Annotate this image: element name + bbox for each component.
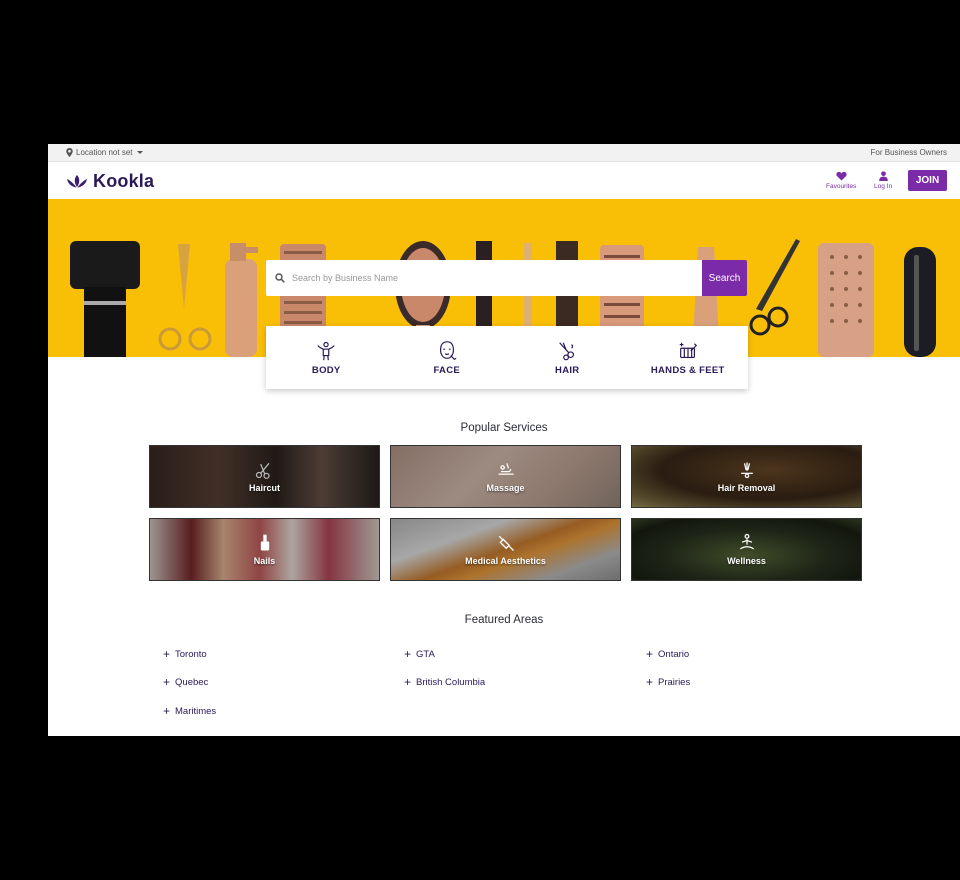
area-link-ontario[interactable]: + Ontario — [646, 647, 690, 661]
search-icon — [275, 273, 285, 283]
area-link-toronto[interactable]: + Toronto — [163, 647, 207, 661]
service-label: Wellness — [727, 555, 766, 566]
service-tile-hair-removal[interactable]: Hair Removal — [631, 445, 862, 508]
area-label: GTA — [416, 649, 435, 660]
service-tile-haircut[interactable]: Haircut — [149, 445, 380, 508]
lotus-logo-icon — [67, 174, 87, 187]
area-link-maritimes[interactable]: + Maritimes — [163, 704, 217, 718]
tile-overlay — [150, 446, 379, 507]
area-link-prairies[interactable]: + Prairies — [646, 675, 691, 689]
service-label: Hair Removal — [717, 482, 776, 493]
service-tile-wellness[interactable]: Wellness — [631, 518, 862, 581]
location-label: Location not set — [76, 148, 133, 157]
hair-icon — [559, 341, 575, 360]
category-card: BODY FACE HAIR HANDS & FEET — [266, 326, 748, 389]
popular-services-title: Popular Services — [460, 422, 548, 434]
area-link-british-columbia[interactable]: + British Columbia — [404, 675, 486, 689]
service-label: Haircut — [248, 482, 280, 493]
plus-icon: + — [163, 704, 171, 718]
category-label: FACE — [433, 364, 461, 376]
page: Location not set For Business Owners Koo… — [48, 144, 960, 736]
business-owners-link[interactable]: For Business Owners — [871, 148, 947, 157]
plus-icon: + — [646, 675, 654, 689]
featured-areas-title: Featured Areas — [464, 614, 544, 626]
face-icon — [439, 340, 457, 360]
heart-icon — [836, 171, 847, 181]
service-tile-nails[interactable]: Nails — [149, 518, 380, 581]
service-label: Nails — [253, 555, 276, 566]
location-selector[interactable]: Location not set — [66, 148, 144, 157]
hands-feet-icon — [679, 342, 697, 358]
service-tile-massage[interactable]: Massage — [390, 445, 621, 508]
caret-down-icon — [137, 151, 144, 154]
body-icon — [317, 341, 335, 360]
logo[interactable]: Kookla — [66, 171, 154, 192]
favourites-button[interactable]: Favourites — [826, 171, 856, 190]
search-input[interactable] — [292, 260, 692, 296]
area-label: Toronto — [175, 649, 207, 660]
service-tile-medical-aesthetics[interactable]: Medical Aesthetics — [390, 518, 621, 581]
login-label: Log In — [874, 183, 893, 190]
favourites-label: Favourites — [826, 183, 857, 190]
nail-polish-icon — [260, 534, 270, 551]
category-hands-feet[interactable]: HANDS & FEET — [628, 326, 749, 389]
map-pin-icon — [66, 148, 73, 157]
top-utility-bar: Location not set For Business Owners — [48, 144, 960, 162]
plus-icon: + — [646, 647, 654, 661]
area-link-quebec[interactable]: + Quebec — [163, 675, 209, 689]
header: Kookla Favourites Log In JOIN — [48, 162, 960, 199]
plus-icon: + — [163, 675, 171, 689]
area-label: Quebec — [175, 677, 209, 688]
category-label: BODY — [311, 364, 341, 376]
join-button[interactable]: JOIN — [908, 170, 947, 191]
category-body[interactable]: BODY — [266, 326, 387, 389]
massage-icon — [498, 463, 514, 475]
area-label: Ontario — [658, 649, 690, 660]
area-label: Maritimes — [175, 706, 217, 717]
user-icon — [878, 171, 888, 181]
category-label: HAIR — [555, 364, 580, 376]
service-label: Massage — [486, 482, 525, 493]
service-label: Medical Aesthetics — [465, 555, 546, 566]
plus-icon: + — [404, 647, 412, 661]
search-box — [266, 260, 702, 296]
login-button[interactable]: Log In — [874, 171, 892, 190]
syringe-icon — [498, 535, 514, 551]
area-label: British Columbia — [416, 677, 486, 688]
meditation-icon — [740, 533, 754, 550]
search-button[interactable]: Search — [702, 260, 747, 296]
category-face[interactable]: FACE — [387, 326, 508, 389]
category-hair[interactable]: HAIR — [507, 326, 628, 389]
plus-icon: + — [404, 675, 412, 689]
area-link-gta[interactable]: + GTA — [404, 647, 435, 661]
category-label: HANDS & FEET — [650, 364, 725, 376]
hair-removal-icon — [741, 462, 753, 479]
area-label: Prairies — [658, 677, 691, 688]
brand-name: Kookla — [93, 171, 155, 191]
plus-icon: + — [163, 647, 171, 661]
